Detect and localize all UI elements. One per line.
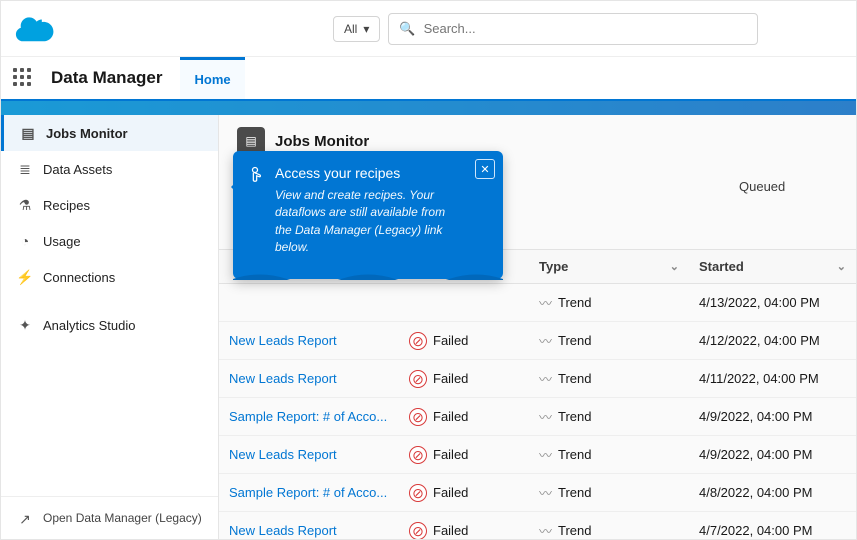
sort-icon: ⌄ xyxy=(837,260,846,273)
failed-icon xyxy=(409,522,427,540)
recipe-icon: ⚗ xyxy=(17,197,33,213)
app-nav: Data Manager Home xyxy=(1,57,856,101)
sidebar-item-analytics-studio[interactable]: ✦ Analytics Studio xyxy=(1,307,218,343)
type-text: Trend xyxy=(558,371,591,386)
trend-icon: 〰 xyxy=(539,331,552,350)
monitor-icon: ▤ xyxy=(20,125,36,141)
status-text: Failed xyxy=(433,409,468,424)
data-icon: ≣ xyxy=(17,161,33,177)
main: ▤ Jobs Monitor ≣ Data Assets ⚗ Recipes ◔… xyxy=(1,115,856,540)
sort-icon: ⌄ xyxy=(670,260,679,273)
table-body: 〰 Trend 4/13/2022, 04:00 PM New Leads Repor… xyxy=(219,284,856,540)
type-text: Trend xyxy=(558,447,591,462)
job-name-link[interactable]: Sample Report: # of Acco... xyxy=(229,485,387,500)
search-scope-select[interactable]: All ▾ xyxy=(333,16,380,42)
col-started[interactable]: Started⌄ xyxy=(689,250,856,283)
table-row[interactable]: Sample Report: # of Acco... Failed 〰 Trend 4… xyxy=(219,398,856,436)
started-text: 4/9/2022, 04:00 PM xyxy=(699,447,812,462)
divider-accent xyxy=(1,101,856,115)
search-box[interactable]: 🔍 xyxy=(388,13,758,45)
type-text: Trend xyxy=(558,333,591,348)
search-icon: 🔍 xyxy=(399,21,415,37)
chevron-down-icon: ▾ xyxy=(363,22,369,36)
job-name-link[interactable]: Sample Report: # of Acco... xyxy=(229,409,387,424)
trend-icon: 〰 xyxy=(539,369,552,388)
popover-close-button[interactable]: ✕ xyxy=(475,159,495,179)
sidebar-legacy-link[interactable]: ↗ Open Data Manager (Legacy) xyxy=(1,496,218,540)
failed-icon xyxy=(409,332,427,350)
job-name-link[interactable]: New Leads Report xyxy=(229,523,337,538)
status-text: Failed xyxy=(433,371,468,386)
topbar: All ▾ 🔍 xyxy=(1,1,856,57)
col-type[interactable]: Type⌄ xyxy=(529,250,689,283)
status-text: Failed xyxy=(433,485,468,500)
app-launcher-icon[interactable] xyxy=(13,68,33,88)
jobs-table: ⌄ Type⌄ Started⌄ 〰 Trend 4/13/2022, 04:00 … xyxy=(219,249,856,540)
type-text: Trend xyxy=(558,485,591,500)
salesforce-logo xyxy=(13,14,57,44)
started-text: 4/7/2022, 04:00 PM xyxy=(699,523,812,538)
trend-icon: 〰 xyxy=(539,483,552,502)
external-link-icon: ↗ xyxy=(17,511,33,527)
sidebar-item-label: Connections xyxy=(43,270,115,285)
sidebar-item-connections[interactable]: ⚡ Connections xyxy=(1,259,218,295)
job-name-link[interactable]: New Leads Report xyxy=(229,447,337,462)
sidebar-item-label: Jobs Monitor xyxy=(46,126,128,141)
popover-body: View and create recipes. Your dataflows … xyxy=(275,187,463,257)
recipes-popover: ✕ Access your recipes View and create re… xyxy=(233,151,503,279)
trend-icon: 〰 xyxy=(539,445,552,464)
failed-icon xyxy=(409,484,427,502)
page-title: Jobs Monitor xyxy=(275,133,369,150)
started-text: 4/12/2022, 04:00 PM xyxy=(699,333,820,348)
table-row[interactable]: 〰 Trend 4/13/2022, 04:00 PM xyxy=(219,284,856,322)
trend-icon: 〰 xyxy=(539,293,552,312)
studio-icon: ✦ xyxy=(17,317,33,333)
tab-queued[interactable]: Queued xyxy=(739,179,785,194)
sidebar-item-jobs-monitor[interactable]: ▤ Jobs Monitor xyxy=(1,115,218,151)
sidebar-legacy-label: Open Data Manager (Legacy) xyxy=(43,511,202,527)
status-text: Failed xyxy=(433,333,468,348)
sidebar-item-label: Analytics Studio xyxy=(43,318,136,333)
sidebar-item-usage[interactable]: ◔ Usage xyxy=(1,223,218,259)
app-window: All ▾ 🔍 Data Manager Home ▤ Jobs Monitor xyxy=(0,0,857,540)
sidebar-item-data-assets[interactable]: ≣ Data Assets xyxy=(1,151,218,187)
failed-icon xyxy=(409,408,427,426)
app-name: Data Manager xyxy=(51,68,162,88)
content: ▤ Jobs Monitor ✕ Access your recipes Vie… xyxy=(219,115,856,540)
table-row[interactable]: New Leads Report Failed 〰 Trend 4/7/2022, 04… xyxy=(219,512,856,540)
table-row[interactable]: New Leads Report Failed 〰 Trend 4/9/2022, 04… xyxy=(219,436,856,474)
started-text: 4/9/2022, 04:00 PM xyxy=(699,409,812,424)
type-text: Trend xyxy=(558,523,591,538)
tab-home[interactable]: Home xyxy=(180,57,244,99)
failed-icon xyxy=(409,370,427,388)
usage-icon: ◔ xyxy=(17,233,33,249)
started-text: 4/13/2022, 04:00 PM xyxy=(699,295,820,310)
trend-icon: 〰 xyxy=(539,407,552,426)
sidebar-item-recipes[interactable]: ⚗ Recipes xyxy=(1,187,218,223)
global-search: All ▾ 🔍 xyxy=(333,13,758,45)
table-row[interactable]: Sample Report: # of Acco... Failed 〰 Trend 4… xyxy=(219,474,856,512)
sidebar-item-label: Usage xyxy=(43,234,81,249)
job-name-link[interactable]: New Leads Report xyxy=(229,333,337,348)
search-input[interactable] xyxy=(424,21,748,36)
status-text: Failed xyxy=(433,447,468,462)
sidebar-item-label: Data Assets xyxy=(43,162,112,177)
pointer-icon xyxy=(245,165,265,185)
tab-home-label: Home xyxy=(194,72,230,87)
sidebar: ▤ Jobs Monitor ≣ Data Assets ⚗ Recipes ◔… xyxy=(1,115,219,540)
trend-icon: 〰 xyxy=(539,521,552,540)
popover-title: Access your recipes xyxy=(275,165,463,181)
started-text: 4/11/2022, 04:00 PM xyxy=(699,371,819,386)
table-row[interactable]: New Leads Report Failed 〰 Trend 4/12/2022, 0… xyxy=(219,322,856,360)
search-scope-label: All xyxy=(344,22,357,36)
status-text: Failed xyxy=(433,523,468,538)
type-text: Trend xyxy=(558,409,591,424)
type-text: Trend xyxy=(558,295,591,310)
started-text: 4/8/2022, 04:00 PM xyxy=(699,485,812,500)
table-row[interactable]: New Leads Report Failed 〰 Trend 4/11/2022, 0… xyxy=(219,360,856,398)
job-name-link[interactable]: New Leads Report xyxy=(229,371,337,386)
sidebar-item-label: Recipes xyxy=(43,198,90,213)
connections-icon: ⚡ xyxy=(17,269,33,285)
failed-icon xyxy=(409,446,427,464)
